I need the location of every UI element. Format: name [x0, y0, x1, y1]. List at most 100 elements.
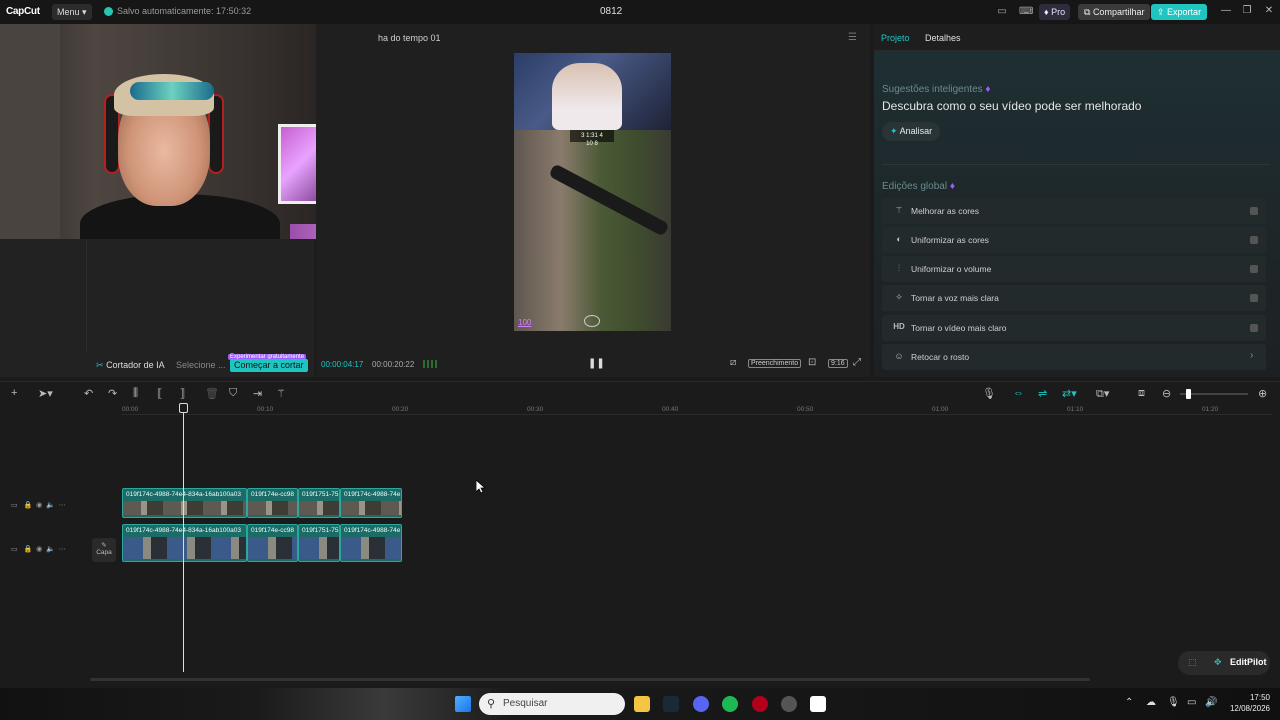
- main-track-magnet-icon[interactable]: ⇌: [1038, 387, 1047, 400]
- tab-projeto[interactable]: Projeto: [881, 33, 910, 43]
- timeline-clip[interactable]: 019f174c-4988-74e4-834a-16ab100a03: [122, 488, 247, 518]
- speaker-icon[interactable]: 🔈: [46, 546, 55, 553]
- microphone-icon[interactable]: 🎙: [982, 387, 996, 400]
- fill-mode-button[interactable]: Preenchimento: [748, 359, 802, 368]
- crop-icon[interactable]: ⧄: [730, 357, 736, 368]
- zoom-slider-knob[interactable]: [1186, 389, 1191, 399]
- add-track-icon[interactable]: +: [11, 387, 17, 399]
- editpilot-button[interactable]: ⬚ ✥ EditPilot: [1178, 651, 1270, 675]
- link-clips-icon[interactable]: ⇔: [1013, 387, 1024, 399]
- maximize-icon[interactable]: ❐: [1240, 5, 1254, 16]
- project-name[interactable]: 0812: [600, 6, 622, 17]
- preview-axis-icon[interactable]: ⧉▾: [1096, 387, 1109, 401]
- track-thumb-icon[interactable]: ▭: [11, 502, 18, 509]
- tray-chevron-icon[interactable]: ⌃: [1125, 697, 1133, 708]
- player-menu-icon[interactable]: ☰: [848, 32, 857, 43]
- aspect-ratio-button[interactable]: 9:16: [828, 359, 848, 368]
- snap-icon[interactable]: ⇄▾: [1062, 387, 1077, 400]
- select-tool-icon[interactable]: ➤▾: [38, 387, 53, 400]
- global-edit-item[interactable]: ⫶ Uniformizar o volume: [882, 256, 1266, 282]
- onedrive-icon[interactable]: ☁: [1146, 697, 1156, 708]
- global-edit-toggle[interactable]: [1250, 265, 1258, 273]
- pro-button[interactable]: ♦ Pro: [1039, 4, 1071, 20]
- network-icon[interactable]: ▭: [1187, 697, 1196, 708]
- split-icon[interactable]: ⫼: [133, 387, 138, 400]
- chevron-right-icon[interactable]: ›: [1250, 350, 1253, 361]
- freeze-icon[interactable]: ⇥: [253, 387, 262, 400]
- share-button[interactable]: ⧉ Compartilhar: [1078, 4, 1151, 20]
- clip-label: 019f174e-cc98: [251, 491, 295, 498]
- video-preview[interactable]: 3 1:31 4 10 8 100: [514, 53, 671, 331]
- menu-button[interactable]: Menu ▾: [52, 4, 92, 20]
- timeline-clip[interactable]: 019f1751-75: [298, 524, 340, 562]
- timeline-clip[interactable]: 019f1751-75: [298, 488, 340, 518]
- tab-detalhes[interactable]: Detalhes: [925, 33, 961, 43]
- timeline-clip[interactable]: 019f174c-4988-74e: [340, 488, 402, 518]
- global-edit-item[interactable]: HD Tornar o vídeo mais claro: [882, 315, 1266, 341]
- global-edit-toggle[interactable]: [1250, 207, 1258, 215]
- steam-icon[interactable]: [663, 696, 679, 712]
- export-button[interactable]: ⇪ Exportar: [1151, 4, 1208, 20]
- timeline-clip[interactable]: 019f174c-4988-74e4-834a-16ab100a03: [122, 524, 247, 562]
- taskbar-search[interactable]: Pesquisar: [479, 693, 625, 715]
- discord-icon[interactable]: [693, 696, 709, 712]
- lock-icon[interactable]: 🔒: [23, 502, 32, 509]
- layout-icon[interactable]: ▭: [995, 5, 1009, 19]
- screenshot-icon[interactable]: ⊡: [808, 357, 816, 368]
- mic-tray-icon[interactable]: 🎙: [1167, 697, 1180, 708]
- minimize-icon[interactable]: —: [1219, 5, 1233, 16]
- eye-icon[interactable]: ◉: [36, 546, 42, 553]
- magic-edit-icon[interactable]: ⚚: [276, 387, 286, 400]
- global-edit-item[interactable]: ☺ Retocar o rosto ›: [882, 344, 1266, 370]
- timeline-clip[interactable]: 019f174e-cc98: [247, 488, 298, 518]
- redo-icon[interactable]: ↷: [108, 387, 117, 400]
- global-edit-toggle[interactable]: [1250, 236, 1258, 244]
- track-thumb-icon[interactable]: ▭: [11, 546, 18, 553]
- split-right-icon[interactable]: ⟧: [180, 387, 185, 400]
- eye-icon[interactable]: ◉: [36, 502, 42, 509]
- shield-icon[interactable]: ⛉: [229, 387, 237, 400]
- file-explorer-icon[interactable]: [634, 696, 650, 712]
- global-edit-item[interactable]: ✧ Tornar a voz mais clara: [882, 285, 1266, 311]
- ai-cutter-label[interactable]: ✂ Cortador de IA: [96, 360, 165, 371]
- timeline-clip[interactable]: 019f174e-cc98: [247, 524, 298, 562]
- delete-icon[interactable]: 🗑: [205, 387, 219, 400]
- app-logo: CapCut: [6, 6, 40, 17]
- pause-icon[interactable]: ❚❚: [588, 358, 605, 369]
- cursor-icon: ⬚: [1188, 657, 1197, 667]
- zoom-out-icon[interactable]: ⊖: [1162, 387, 1171, 400]
- speaker-icon[interactable]: 🔈: [46, 502, 55, 509]
- taskbar-clock[interactable]: 17:50 12/08/2026: [1222, 692, 1270, 714]
- global-edit-toggle[interactable]: [1250, 324, 1258, 332]
- playhead-handle[interactable]: [179, 403, 188, 413]
- cover-button[interactable]: ✎ Capa: [92, 538, 116, 562]
- lock-icon[interactable]: 🔒: [23, 546, 32, 553]
- start-cut-button[interactable]: Começar a cortar: [230, 359, 308, 372]
- shortcuts-icon[interactable]: ⌨: [1019, 5, 1033, 19]
- capcut-taskbar-icon[interactable]: [810, 696, 826, 712]
- split-left-icon[interactable]: ⟦: [157, 387, 162, 400]
- ruler-label: 00:50: [797, 406, 814, 413]
- close-icon[interactable]: ✕: [1262, 5, 1276, 16]
- ai-select-dropdown[interactable]: Selecione ...: [176, 360, 226, 370]
- global-edit-item[interactable]: ⚚ Melhorar as cores: [882, 198, 1266, 224]
- more-icon[interactable]: ⋯: [59, 502, 66, 509]
- spotify-icon[interactable]: [722, 696, 738, 712]
- undo-icon[interactable]: ↶: [84, 387, 93, 400]
- fullscreen-icon[interactable]: ⤢: [853, 357, 861, 368]
- global-edit-toggle[interactable]: [1250, 294, 1258, 302]
- timeline-clip[interactable]: 019f174c-4988-74e: [340, 524, 402, 562]
- ruler-label: 01:20: [1202, 406, 1219, 413]
- audio-meter: [423, 360, 437, 368]
- zoom-in-icon[interactable]: ⊕: [1258, 387, 1267, 400]
- windows-start-icon[interactable]: [455, 696, 471, 712]
- playhead[interactable]: [183, 404, 184, 672]
- obs-icon[interactable]: [781, 696, 797, 712]
- more-icon[interactable]: ⋯: [59, 546, 66, 553]
- timeline-scrollbar[interactable]: [90, 678, 1090, 681]
- opera-icon[interactable]: [752, 696, 768, 712]
- global-edit-item[interactable]: ◐ Uniformizar as cores: [882, 227, 1266, 253]
- audio-sync-icon[interactable]: ⧈: [1138, 387, 1145, 400]
- analyze-button[interactable]: ✦ Analisar: [882, 122, 941, 141]
- volume-icon[interactable]: 🔊: [1205, 697, 1217, 708]
